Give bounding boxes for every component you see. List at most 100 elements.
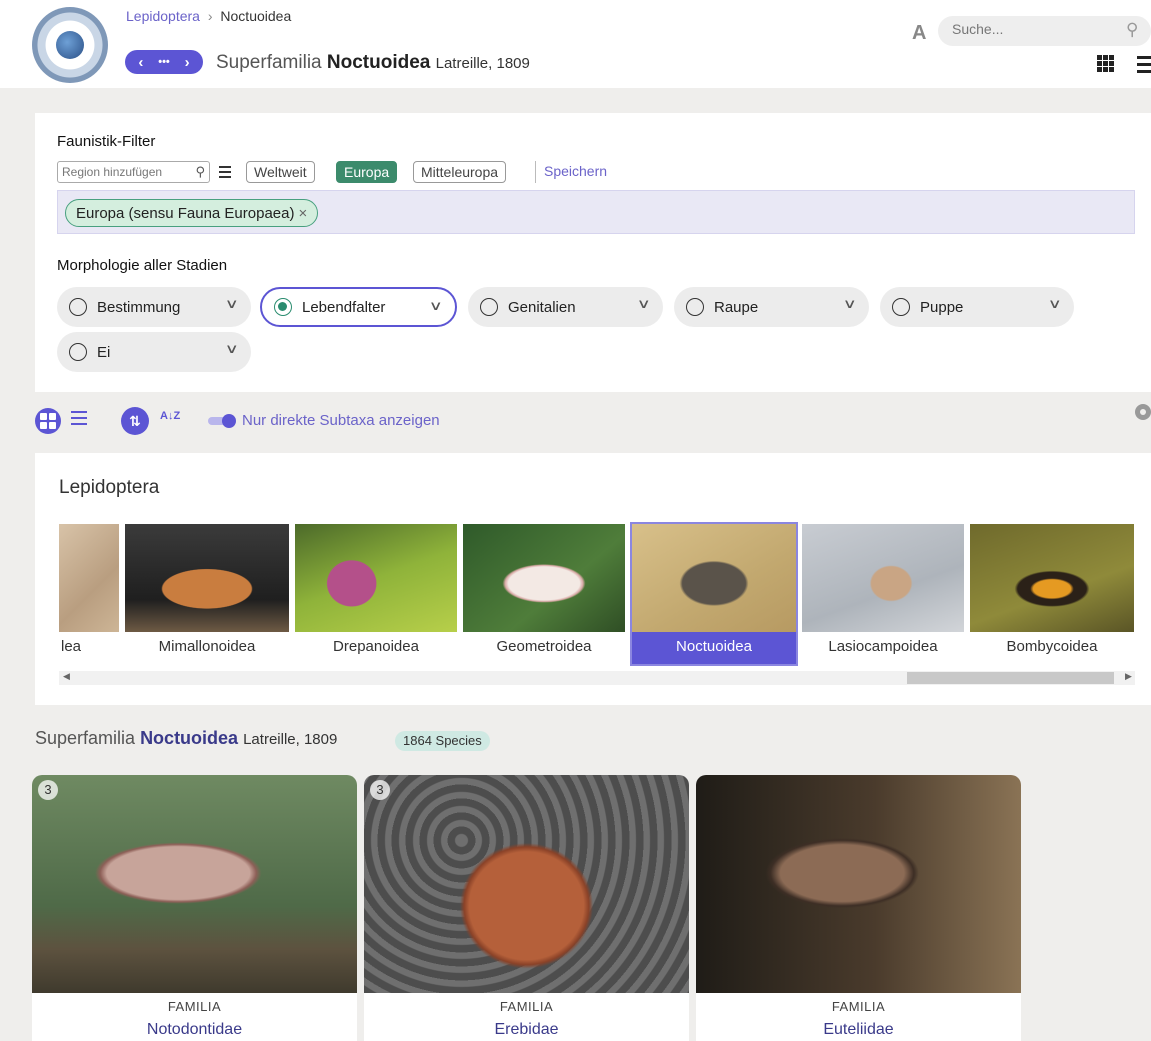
divider bbox=[535, 161, 536, 183]
save-filter-link[interactable]: Speichern bbox=[544, 163, 607, 179]
morph-option-label: Genitalien bbox=[508, 298, 576, 316]
family-card-name[interactable]: Euteliidae bbox=[696, 1021, 1021, 1039]
section-author: Latreille, 1809 bbox=[243, 731, 338, 748]
sort-systematic-icon[interactable]: ⇅ bbox=[121, 407, 149, 435]
family-card-name[interactable]: Erebidae bbox=[364, 1021, 689, 1039]
radio-icon bbox=[69, 298, 87, 316]
carousel-thumbnail bbox=[295, 524, 457, 632]
carousel-title: Lepidoptera bbox=[59, 477, 160, 498]
hamburger-menu-icon[interactable] bbox=[1137, 56, 1151, 77]
more-taxa-button[interactable]: ••• bbox=[158, 56, 170, 68]
preset-weltweit[interactable]: Weltweit bbox=[246, 161, 315, 183]
breadcrumb-separator: › bbox=[207, 8, 213, 24]
carousel-thumbnail bbox=[463, 524, 625, 632]
chevron-down-icon: ∨ bbox=[429, 298, 444, 313]
preset-mitteleuropa[interactable]: Mitteleuropa bbox=[413, 161, 507, 183]
family-card-rank: FAMILIA bbox=[831, 999, 886, 1014]
radio-icon bbox=[686, 298, 704, 316]
carousel-item-label: Geometroidea bbox=[463, 632, 625, 664]
carousel-item[interactable]: lea bbox=[59, 524, 119, 664]
morph-option-raupe[interactable]: Raupe ∨ bbox=[674, 287, 869, 327]
carousel-item[interactable]: Geometroidea bbox=[463, 524, 625, 664]
morph-option-label: Puppe bbox=[920, 298, 964, 316]
breadcrumb: Lepidoptera › Noctuoidea bbox=[126, 8, 291, 24]
morph-option-label: Lebendfalter bbox=[302, 298, 386, 316]
preset-europa[interactable]: Europa bbox=[336, 161, 398, 183]
next-taxon-button[interactable]: › bbox=[185, 54, 190, 71]
family-card-erebidae[interactable]: 3 FAMILIA Erebidae bbox=[364, 775, 689, 1041]
family-card-image bbox=[696, 775, 1021, 993]
region-search-icon[interactable]: ⚲ bbox=[195, 164, 205, 180]
butterfly-emblem-icon bbox=[56, 31, 84, 59]
carousel-thumbnail bbox=[632, 524, 796, 632]
carousel-item-label: Noctuoidea bbox=[632, 632, 796, 664]
family-card-rank: FAMILIA bbox=[499, 999, 554, 1014]
carousel-item[interactable]: Bombycoidea bbox=[970, 524, 1134, 664]
carousel-thumbnail bbox=[125, 524, 289, 632]
faunistik-filter-title: Faunistik-Filter bbox=[57, 133, 156, 150]
chevron-down-icon: ∨ bbox=[1048, 296, 1063, 311]
taxon-navigation-pill: ‹ ••• › bbox=[125, 50, 203, 74]
list-view-icon[interactable] bbox=[71, 411, 87, 429]
gear-icon[interactable] bbox=[1135, 404, 1151, 420]
grid-menu-icon[interactable] bbox=[1097, 55, 1115, 73]
carousel-item-label: lea bbox=[59, 632, 119, 664]
chevron-down-icon: ∨ bbox=[225, 296, 240, 311]
radio-icon bbox=[69, 343, 87, 361]
font-size-icon[interactable]: A bbox=[912, 22, 926, 45]
region-search-input[interactable]: Region hinzufügen ⚲ bbox=[57, 161, 210, 183]
carousel-thumbnail bbox=[59, 524, 119, 632]
morph-option-label: Raupe bbox=[714, 298, 759, 316]
morph-option-label: Bestimmung bbox=[97, 298, 181, 316]
selected-region-tag: Europa (sensu Fauna Europaea) × bbox=[65, 199, 319, 227]
image-count-badge: 3 bbox=[370, 780, 390, 800]
tile-view-icon[interactable] bbox=[35, 408, 61, 434]
carousel-thumbnail bbox=[970, 524, 1134, 632]
family-card-euteliidae[interactable]: FAMILIA Euteliidae bbox=[696, 775, 1021, 1041]
section-rank: Superfamilia bbox=[35, 728, 136, 748]
radio-icon bbox=[480, 298, 498, 316]
morph-option-ei[interactable]: Ei ∨ bbox=[57, 332, 251, 372]
prev-taxon-button[interactable]: ‹ bbox=[138, 54, 143, 71]
carousel-item-selected[interactable]: Noctuoidea bbox=[630, 522, 798, 666]
carousel-item[interactable]: Mimallonoidea bbox=[125, 524, 289, 664]
family-card-rank: FAMILIA bbox=[167, 999, 222, 1014]
region-list-icon[interactable] bbox=[219, 166, 231, 181]
remove-region-icon[interactable]: × bbox=[298, 205, 307, 222]
scroll-left-arrow-icon[interactable]: ◀ bbox=[63, 671, 70, 682]
scroll-right-arrow-icon[interactable]: ▶ bbox=[1125, 671, 1132, 682]
morph-option-lebendfalter[interactable]: Lebendfalter ∨ bbox=[260, 287, 457, 327]
family-card-name[interactable]: Notodontidae bbox=[32, 1021, 357, 1039]
direct-subtaxa-label[interactable]: Nur direkte Subtaxa anzeigen bbox=[242, 412, 440, 429]
radio-icon bbox=[892, 298, 910, 316]
carousel-item[interactable]: Drepanoidea bbox=[295, 524, 457, 664]
carousel-item-label: Lasiocampoidea bbox=[802, 632, 964, 664]
morph-option-bestimmung[interactable]: Bestimmung ∨ bbox=[57, 287, 251, 327]
breadcrumb-link-lepidoptera[interactable]: Lepidoptera bbox=[126, 8, 200, 24]
breadcrumb-current: Noctuoidea bbox=[220, 8, 292, 24]
chevron-down-icon: ∨ bbox=[843, 296, 858, 311]
carousel-thumbnail bbox=[802, 524, 964, 632]
species-count-badge: 1864 Species bbox=[395, 731, 490, 751]
sort-alphabetical-icon[interactable]: A↓Z bbox=[160, 410, 180, 422]
morph-option-label: Ei bbox=[97, 343, 111, 361]
carousel-item[interactable]: Lasiocampoidea bbox=[802, 524, 964, 664]
page-title-author: Latreille, 1809 bbox=[435, 55, 530, 72]
region-input-placeholder: Region hinzufügen bbox=[62, 165, 163, 179]
family-card-image bbox=[364, 775, 689, 993]
search-input[interactable]: Suche... bbox=[938, 16, 1151, 46]
lepiforum-logo[interactable] bbox=[32, 7, 108, 83]
morph-option-genitalien[interactable]: Genitalien ∨ bbox=[468, 287, 663, 327]
chevron-down-icon: ∨ bbox=[225, 341, 240, 356]
carousel-item-label: Drepanoidea bbox=[295, 632, 457, 664]
family-card-notodontidae[interactable]: 3 FAMILIA Notodontidae bbox=[32, 775, 357, 1041]
family-card-image bbox=[32, 775, 357, 993]
carousel-scrollbar-thumb[interactable] bbox=[907, 672, 1114, 684]
page-title-rank: Superfamilia bbox=[216, 52, 322, 73]
morphology-title: Morphologie aller Stadien bbox=[57, 257, 228, 274]
page-title: Superfamilia Noctuoidea Latreille, 1809 bbox=[216, 52, 530, 74]
direct-subtaxa-toggle[interactable] bbox=[208, 414, 236, 428]
morph-option-puppe[interactable]: Puppe ∨ bbox=[880, 287, 1074, 327]
section-taxon-name: Noctuoidea bbox=[140, 728, 239, 748]
search-icon[interactable]: ⚲ bbox=[1126, 20, 1138, 40]
